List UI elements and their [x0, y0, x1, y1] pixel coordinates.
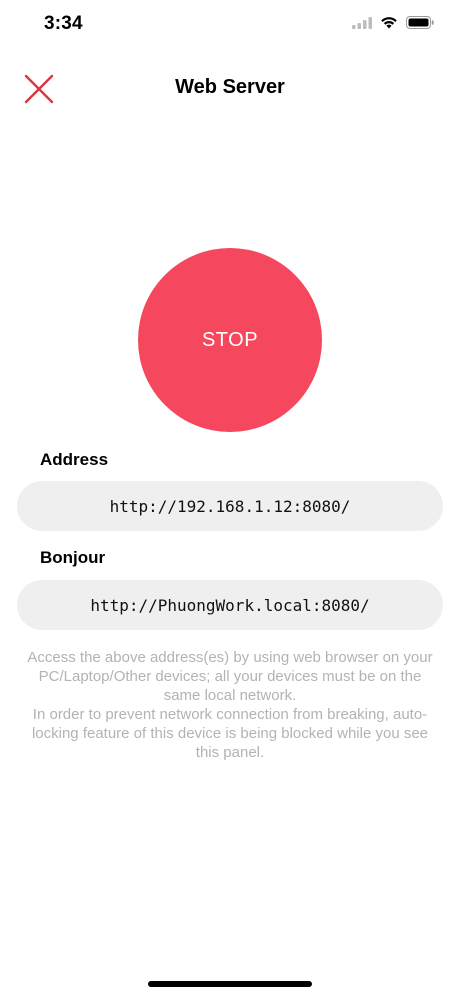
- info-paragraph-autolock: In order to prevent network connection f…: [31, 706, 429, 761]
- address-label: Address: [40, 450, 109, 469]
- bonjour-url-field[interactable]: http://PhuongWork.local:8080/: [17, 580, 443, 630]
- battery-icon: [406, 16, 434, 29]
- page-title: Web Server: [175, 76, 285, 98]
- stop-button-label: STOP: [201, 328, 259, 351]
- address-url-field[interactable]: http://192.168.1.12:8080/: [17, 481, 443, 531]
- status-time: 3:34: [44, 13, 83, 34]
- info-paragraph-network: Access the above address(es) by using we…: [27, 649, 433, 704]
- bonjour-label: Bonjour: [40, 548, 106, 567]
- wifi-icon: [381, 17, 397, 29]
- signal-icon: [352, 16, 372, 29]
- status-icons: [352, 16, 434, 29]
- stop-server-button[interactable]: STOP: [138, 248, 322, 432]
- bonjour-url-value: http://PhuongWork.local:8080/: [90, 595, 370, 615]
- info-text: Access the above address(es) by using we…: [22, 648, 438, 762]
- address-url-value: http://192.168.1.12:8080/: [109, 496, 351, 516]
- home-indicator[interactable]: [148, 981, 312, 987]
- status-bar: 3:34: [0, 0, 460, 52]
- nav-bar: Web Server: [0, 60, 460, 116]
